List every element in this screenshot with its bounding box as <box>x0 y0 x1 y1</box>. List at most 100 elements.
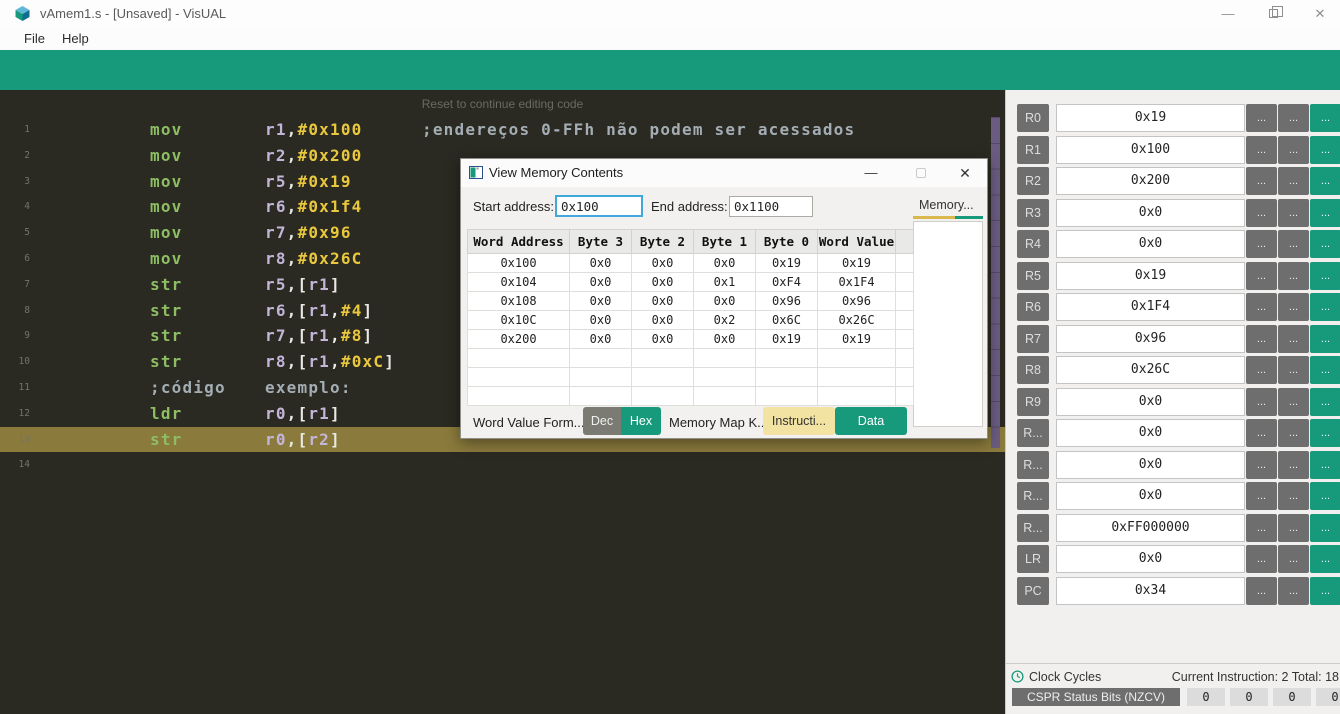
register-options-button[interactable]: ... <box>1310 451 1340 479</box>
register-options-button[interactable]: ... <box>1246 325 1277 353</box>
register-options-button[interactable]: ... <box>1278 356 1309 384</box>
visual-app-window: vAmem1.s - [Unsaved] - VisUAL — ✕ File H… <box>0 0 1340 714</box>
dialog-minimize-button[interactable]: — <box>857 159 885 187</box>
register-value[interactable]: 0x34 <box>1056 577 1245 605</box>
register-value[interactable]: 0x1F4 <box>1056 293 1245 321</box>
register-options-button[interactable]: ... <box>1278 577 1309 605</box>
register-options-button[interactable]: ... <box>1278 136 1309 164</box>
cspr-flag-value: 0 <box>1187 688 1225 706</box>
memory-table-row[interactable]: 0x10C0x00x00x20x6C0x26C <box>468 311 914 330</box>
data-key-button[interactable]: Data <box>835 407 907 435</box>
register-value[interactable]: 0x0 <box>1056 230 1245 258</box>
hex-toggle-button[interactable]: Hex <box>621 407 661 435</box>
register-options-button[interactable]: ... <box>1278 230 1309 258</box>
editor-scrollbar[interactable] <box>991 117 1000 448</box>
register-options-button[interactable]: ... <box>1278 325 1309 353</box>
start-address-input[interactable]: 0x100 <box>555 195 643 217</box>
register-options-button[interactable]: ... <box>1278 199 1309 227</box>
register-options-button[interactable]: ... <box>1246 514 1277 542</box>
register-options-button[interactable]: ... <box>1310 325 1340 353</box>
register-options-button[interactable]: ... <box>1310 356 1340 384</box>
register-options-button[interactable]: ... <box>1278 262 1309 290</box>
register-value[interactable]: 0x0 <box>1056 419 1245 447</box>
register-value[interactable]: 0x0 <box>1056 388 1245 416</box>
tab-memory[interactable]: Memory... <box>919 198 979 212</box>
register-options-button[interactable]: ... <box>1310 199 1340 227</box>
register-options-button[interactable]: ... <box>1246 293 1277 321</box>
register-value[interactable]: 0x19 <box>1056 104 1245 132</box>
token: ,[ <box>287 301 309 320</box>
register-value[interactable]: 0x0 <box>1056 545 1245 573</box>
menu-help[interactable]: Help <box>62 27 89 50</box>
register-options-button[interactable]: ... <box>1278 514 1309 542</box>
memory-cell: 0x0 <box>694 254 756 273</box>
register-options-button[interactable]: ... <box>1310 388 1340 416</box>
memory-table-row[interactable]: 0x2000x00x00x00x190x19 <box>468 330 914 349</box>
line-number: 1 <box>0 117 30 143</box>
operands: r2,#0x200 <box>265 143 363 169</box>
register-options-button[interactable]: ... <box>1246 262 1277 290</box>
menu-file[interactable]: File <box>24 27 45 50</box>
register-options-button[interactable]: ... <box>1246 230 1277 258</box>
token: #8 <box>341 326 363 345</box>
register-options-button[interactable]: ... <box>1310 577 1340 605</box>
register-options-button[interactable]: ... <box>1246 419 1277 447</box>
register-value[interactable]: 0x0 <box>1056 482 1245 510</box>
memory-table-body: 0x1000x00x00x00x190x190x1040x00x00x10xF4… <box>468 254 914 406</box>
register-options-button[interactable]: ... <box>1310 293 1340 321</box>
register-options-button[interactable]: ... <box>1246 104 1277 132</box>
register-value[interactable]: 0x0 <box>1056 451 1245 479</box>
register-value[interactable]: 0x200 <box>1056 167 1245 195</box>
close-button[interactable]: ✕ <box>1304 0 1336 27</box>
register-value[interactable]: 0xFF000000 <box>1056 514 1245 542</box>
register-options-button[interactable]: ... <box>1310 136 1340 164</box>
memory-cell-empty <box>896 330 914 349</box>
minimize-button[interactable]: — <box>1212 0 1244 27</box>
register-options-button[interactable]: ... <box>1310 514 1340 542</box>
memory-cell: 0x0 <box>570 254 632 273</box>
register-options-button[interactable]: ... <box>1310 545 1340 573</box>
line-number: 3 <box>0 169 30 195</box>
dialog-maximize-button[interactable] <box>907 159 935 187</box>
register-options-button[interactable]: ... <box>1246 167 1277 195</box>
register-options-button[interactable]: ... <box>1278 482 1309 510</box>
register-options-button[interactable]: ... <box>1246 136 1277 164</box>
register-options-button[interactable]: ... <box>1310 419 1340 447</box>
register-options-button[interactable]: ... <box>1310 104 1340 132</box>
instructions-key-button[interactable]: Instructi... <box>763 407 835 435</box>
register-options-button[interactable]: ... <box>1246 545 1277 573</box>
memory-table-row[interactable]: 0x1080x00x00x00x960x96 <box>468 292 914 311</box>
register-options-button[interactable]: ... <box>1310 482 1340 510</box>
register-value[interactable]: 0x19 <box>1056 262 1245 290</box>
restore-button[interactable] <box>1258 0 1290 27</box>
register-value[interactable]: 0x26C <box>1056 356 1245 384</box>
memory-table-row[interactable]: 0x1000x00x00x00x190x19 <box>468 254 914 273</box>
register-options-button[interactable]: ... <box>1278 104 1309 132</box>
register-options-button[interactable]: ... <box>1278 167 1309 195</box>
register-options-button[interactable]: ... <box>1278 293 1309 321</box>
register-options-button[interactable]: ... <box>1278 388 1309 416</box>
register-value[interactable]: 0x96 <box>1056 325 1245 353</box>
register-value[interactable]: 0x0 <box>1056 199 1245 227</box>
register-options-button[interactable]: ... <box>1278 545 1309 573</box>
mnemonic: str <box>150 427 183 453</box>
register-options-button[interactable]: ... <box>1246 577 1277 605</box>
register-options-button[interactable]: ... <box>1310 262 1340 290</box>
token: r6 <box>265 301 287 320</box>
memory-table-empty-row <box>468 368 914 387</box>
dialog-title-bar[interactable]: View Memory Contents — ✕ <box>461 159 987 187</box>
register-options-button[interactable]: ... <box>1278 451 1309 479</box>
register-options-button[interactable]: ... <box>1246 356 1277 384</box>
register-options-button[interactable]: ... <box>1310 167 1340 195</box>
register-options-button[interactable]: ... <box>1246 482 1277 510</box>
register-options-button[interactable]: ... <box>1246 388 1277 416</box>
register-options-button[interactable]: ... <box>1278 419 1309 447</box>
dialog-close-button[interactable]: ✕ <box>951 159 979 187</box>
register-options-button[interactable]: ... <box>1310 230 1340 258</box>
register-options-button[interactable]: ... <box>1246 451 1277 479</box>
register-value[interactable]: 0x100 <box>1056 136 1245 164</box>
memory-table-row[interactable]: 0x1040x00x00x10xF40x1F4 <box>468 273 914 292</box>
register-options-button[interactable]: ... <box>1246 199 1277 227</box>
dec-toggle-button[interactable]: Dec <box>583 407 621 435</box>
end-address-input[interactable]: 0x1100 <box>729 196 813 217</box>
